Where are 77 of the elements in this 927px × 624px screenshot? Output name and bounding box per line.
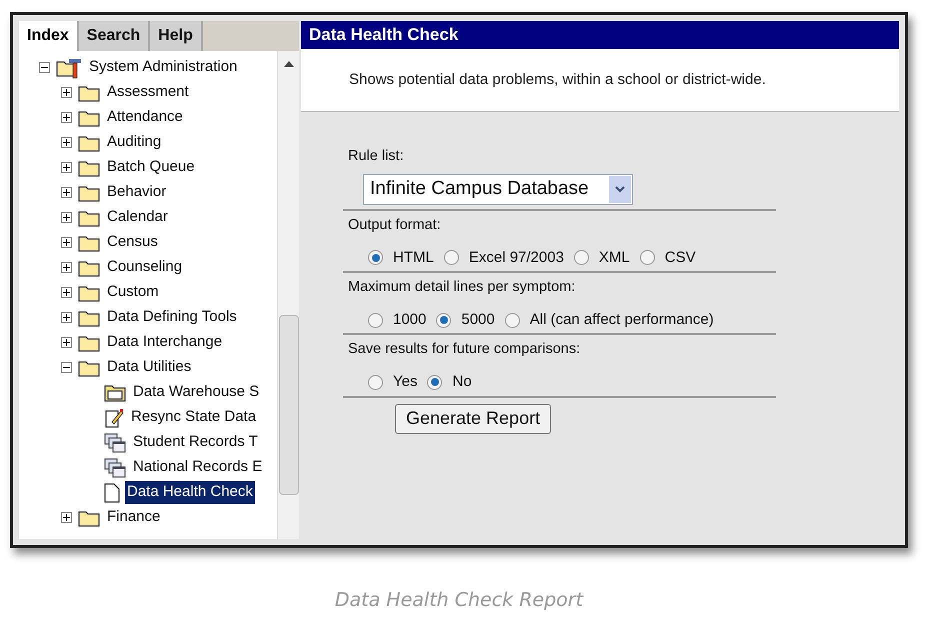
collapse-toggle[interactable] xyxy=(39,62,50,73)
tree-item[interactable]: Behavior xyxy=(105,181,168,204)
folder-icon xyxy=(78,234,100,252)
tree-item[interactable]: Custom xyxy=(105,281,161,304)
folder-icon xyxy=(78,158,100,176)
generate-report-button[interactable]: Generate Report xyxy=(395,404,552,434)
expand-toggle[interactable] xyxy=(61,512,72,523)
expand-toggle[interactable] xyxy=(61,187,72,198)
radio-option[interactable]: Yes xyxy=(368,371,418,394)
expand-toggle[interactable] xyxy=(61,162,72,173)
folder-icon xyxy=(78,358,100,376)
folder-icon xyxy=(78,184,100,202)
tree-item[interactable]: Calendar xyxy=(105,206,170,229)
tree-item[interactable]: Data Warehouse S xyxy=(131,381,262,404)
expand-toggle[interactable] xyxy=(61,312,72,323)
folder-icon xyxy=(78,208,100,226)
scroll-up-icon[interactable] xyxy=(284,61,294,67)
expand-toggle[interactable] xyxy=(61,112,72,123)
radio-option[interactable]: 1000 xyxy=(368,308,426,332)
expand-toggle[interactable] xyxy=(61,237,72,248)
scrollbar-thumb[interactable] xyxy=(278,315,298,495)
field-label: Maximum detail lines per symptom: xyxy=(347,278,576,297)
tree-item[interactable]: Data Interchange xyxy=(105,331,224,354)
tree-item[interactable]: Auditing xyxy=(105,131,164,154)
scrollbar[interactable] xyxy=(277,51,299,539)
tree-item[interactable]: Data Utilities xyxy=(105,356,194,379)
rule-list-dropdown[interactable]: Infinite Campus Database xyxy=(363,174,633,205)
expand-toggle[interactable] xyxy=(61,262,72,273)
tree-item[interactable]: Data Health Check xyxy=(125,481,255,504)
tree-item[interactable]: Batch Queue xyxy=(105,156,197,179)
tree-item[interactable]: System Administration xyxy=(87,56,240,79)
radio-option[interactable]: All (can affect performance) xyxy=(504,308,714,332)
folder-icon xyxy=(78,508,100,526)
tree-item[interactable]: Student Records T xyxy=(131,431,260,454)
expand-toggle[interactable] xyxy=(61,287,72,298)
expand-toggle[interactable] xyxy=(61,212,72,223)
folder-icon xyxy=(78,258,100,276)
folder-icon xyxy=(78,108,100,126)
caption: Data Health Check Report xyxy=(334,588,584,613)
radio-option[interactable]: HTML xyxy=(368,246,434,269)
folder-icon xyxy=(78,84,100,102)
panel-title: Data Health Check xyxy=(301,21,899,49)
chevron-down-icon xyxy=(615,186,625,193)
tab[interactable]: Help xyxy=(150,21,203,51)
description: Shows potential data problems, within a school or district-wide. xyxy=(349,70,766,90)
document-icon xyxy=(104,482,120,502)
radio-option[interactable]: 5000 xyxy=(436,308,495,332)
tree-item[interactable]: Data Defining Tools xyxy=(105,306,239,329)
expand-toggle[interactable] xyxy=(61,337,72,348)
expand-toggle[interactable] xyxy=(61,87,72,98)
radio-option[interactable]: CSV xyxy=(640,246,696,269)
field-label: Save results for future comparisons: xyxy=(347,340,582,360)
tree-item[interactable]: Census xyxy=(105,231,160,254)
folder-icon xyxy=(104,383,126,402)
tree-item[interactable]: Counseling xyxy=(105,256,184,279)
folder-with-hammer-icon xyxy=(56,56,82,78)
tab[interactable]: Search xyxy=(78,21,150,51)
collapse-toggle[interactable] xyxy=(61,362,72,373)
expand-toggle[interactable] xyxy=(61,137,72,148)
field-label: Output format: xyxy=(347,216,442,235)
tree-item[interactable]: Finance xyxy=(105,506,162,529)
folder-icon xyxy=(78,134,100,152)
tree-item[interactable]: Attendance xyxy=(105,106,185,129)
tree-item[interactable]: Resync State Data xyxy=(129,406,258,429)
field-label: Rule list: xyxy=(347,147,405,166)
radio-option[interactable]: Excel 97/2003 xyxy=(444,246,564,269)
folder-icon xyxy=(78,284,100,302)
tree-item[interactable]: Assessment xyxy=(105,81,191,104)
tree-item[interactable]: National Records E xyxy=(131,456,264,479)
stacked-windows-icon xyxy=(104,432,126,452)
folder-icon xyxy=(78,334,100,352)
radio-option[interactable]: No xyxy=(427,371,472,394)
folder-icon xyxy=(78,308,100,326)
notepad-pencil-icon xyxy=(104,408,124,428)
radio-option[interactable]: XML xyxy=(574,246,630,269)
stacked-windows-icon xyxy=(104,458,126,478)
tab[interactable]: Index xyxy=(19,21,79,51)
